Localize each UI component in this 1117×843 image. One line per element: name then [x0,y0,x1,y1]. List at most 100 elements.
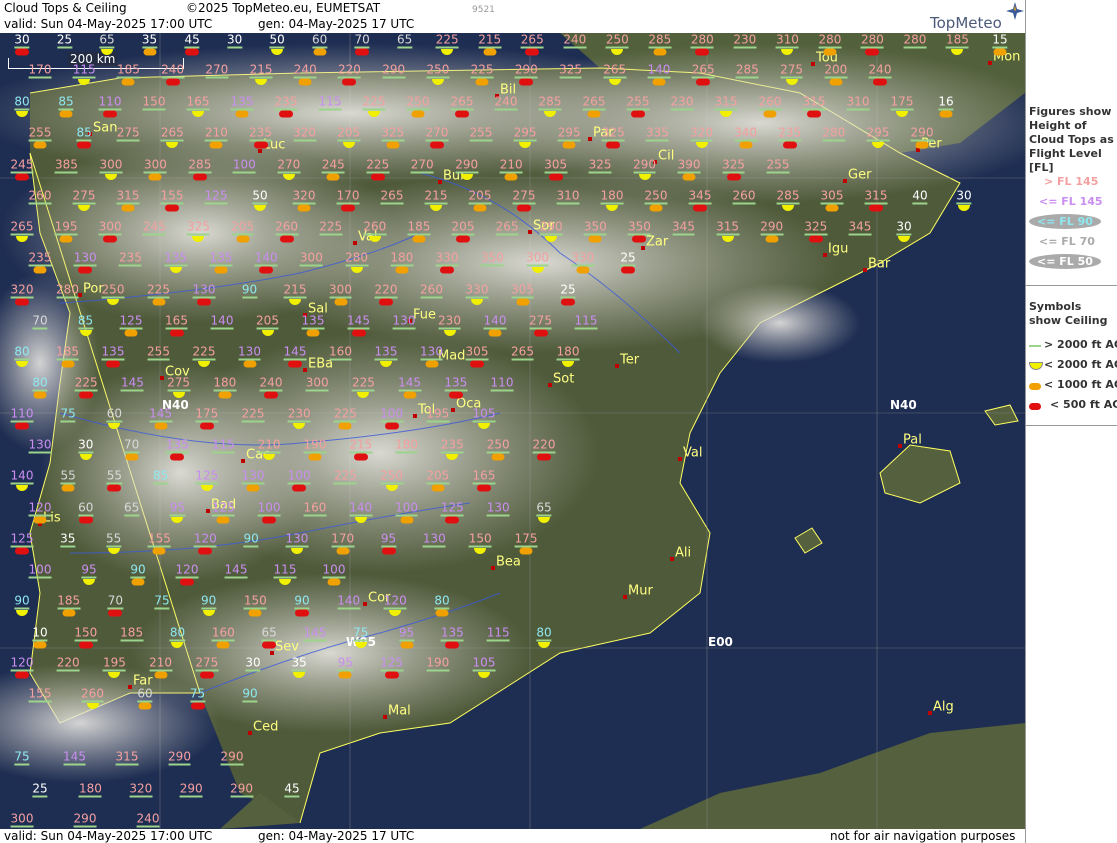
cloud-top-value: 210 [257,437,281,454]
ceiling-symbol-red [198,547,213,555]
city-label-pal: Pal [903,432,922,448]
city-marker [641,246,645,250]
ceiling-symbol-orange [334,298,347,306]
cloud-top-value: 70 [107,593,123,610]
cloud-top-value: 170 [336,188,360,205]
ceiling-symbol-orange [236,235,249,243]
cloud-top-value: 250 [426,62,450,79]
ceiling-symbol-red [288,360,302,368]
cloud-top-value: 225 [192,344,216,361]
city-label-sot: Sot [553,371,575,387]
city-label-cil: Cil [658,148,675,164]
ceiling-symbol-orange [739,141,753,149]
map-area[interactable]: 200 km N40 N40 W05 E00 BilSanLucParCilTo… [0,33,1025,829]
cloud-top-value: 150 [468,531,492,548]
city-label-fue: Fue [413,307,437,323]
map-id: 9521 [472,5,495,15]
cloud-top-value: 180 [600,188,624,205]
grid-label-n40-east: N40 [890,398,917,412]
ceiling-symbol-red [370,173,385,181]
city-marker [588,137,592,141]
legend-ceiling-lt1000: < 1000 ft AGL [1044,378,1117,391]
cloud-top-value: 120 [175,562,199,579]
cloud-top-value: 75 [353,625,369,642]
cloud-top-value: 225 [319,219,343,236]
legend-symbols-title: Symbols show Ceiling [1029,300,1108,327]
ceiling-symbol-red [869,204,883,212]
ceiling-symbol-orange [235,110,249,118]
ceiling-symbol-orange [61,360,74,368]
ceiling-symbol-orange [124,329,138,337]
cloud-top-value: 290 [179,781,203,798]
cloud-top-value: 145 [303,625,327,642]
cloud-top-value: 120 [10,655,34,672]
cloud-top-value: 70 [32,313,48,330]
cloud-top-value: 265 [691,62,715,79]
cloud-top-value: 95 [337,655,354,672]
cloud-top-value: 290 [910,125,934,142]
ceiling-symbol-red [525,48,540,56]
ceiling-symbol-red [192,173,207,181]
cloud-top-value: 215 [424,188,448,205]
legend-fl-le145: <= FL 145 [1039,195,1103,208]
city-label-bea: Bea [496,554,521,570]
compass-star-icon [1006,2,1024,20]
ceiling-symbol-red [279,235,294,243]
cloud-top-value: 130 [486,500,510,517]
ceiling-symbol-red [632,235,647,243]
cloud-top-value: 315 [115,749,139,766]
cloud-top-value: 215 [478,33,502,49]
cloud-top-value: 190 [426,655,450,672]
cloud-top-value: 105 [472,655,496,672]
city-marker [241,459,245,463]
cloud-top-value: 65 [99,33,115,49]
cloud-top-value: 130 [238,344,261,361]
cloud-top-value: 305 [820,188,844,205]
cloud-top-value: 145 [398,375,422,392]
ceiling-symbol-red [103,110,117,118]
cloud-top-value: 140 [254,250,278,267]
cloud-top-value: 60 [137,686,153,703]
cloud-top-value: 225 [333,468,357,485]
cloud-top-value: 280 [56,282,79,299]
footer-generated: gen: 04-May-2025 17 UTC [258,829,415,843]
cloud-top-value: 115 [211,437,235,454]
cloud-top-value: 320 [690,125,713,142]
ceiling-symbol-red [519,78,534,86]
cloud-top-value: 205 [337,125,361,142]
cloud-top-value: 260 [275,219,299,236]
city-label-igu: Igu [828,241,849,257]
ceiling-symbol-orange [326,173,340,181]
cloud-top-value: 16 [938,94,954,111]
cloud-top-value: 100 [322,562,346,579]
ceiling-symbol-orange [214,266,228,274]
cloud-top-value: 30 [896,219,912,236]
ceiling-symbol-orange [152,547,166,555]
ceiling-symbol-orange [154,671,168,679]
ceiling-symbol-red [517,204,531,212]
ceiling-symbol-orange [652,78,666,86]
cloud-top-value: 55 [105,531,122,548]
cloud-top-value: 240 [136,811,160,828]
cloud-top-value: 185 [120,625,144,642]
cloud-top-value: 300 [329,282,352,299]
cloud-top-value: 265 [520,33,544,49]
cloud-top-value: 275 [167,375,191,392]
cloud-top-value: 60 [78,500,94,517]
cloud-top-value: 50 [269,33,285,49]
cloud-top-value: 145 [63,749,86,766]
cloud-top-value: 75 [60,406,76,423]
cloud-top-value: 155 [148,531,171,548]
cloud-top-value: 265 [582,94,606,111]
ceiling-symbol-orange [576,266,590,274]
cloud-top-value: 240 [161,62,185,79]
ceiling-symbol-red [355,48,370,56]
topmeteo-logo: TopMeteo [930,2,1024,32]
ceiling-symbol-orange [400,641,414,649]
cloud-top-value: 270 [410,157,434,174]
ceiling-symbol-red [693,204,707,212]
city-label-san: San [93,120,118,136]
ceiling-symbol-orange [209,141,223,149]
ceiling-symbol-red [606,141,621,149]
ceiling-symbol-red [15,48,29,56]
